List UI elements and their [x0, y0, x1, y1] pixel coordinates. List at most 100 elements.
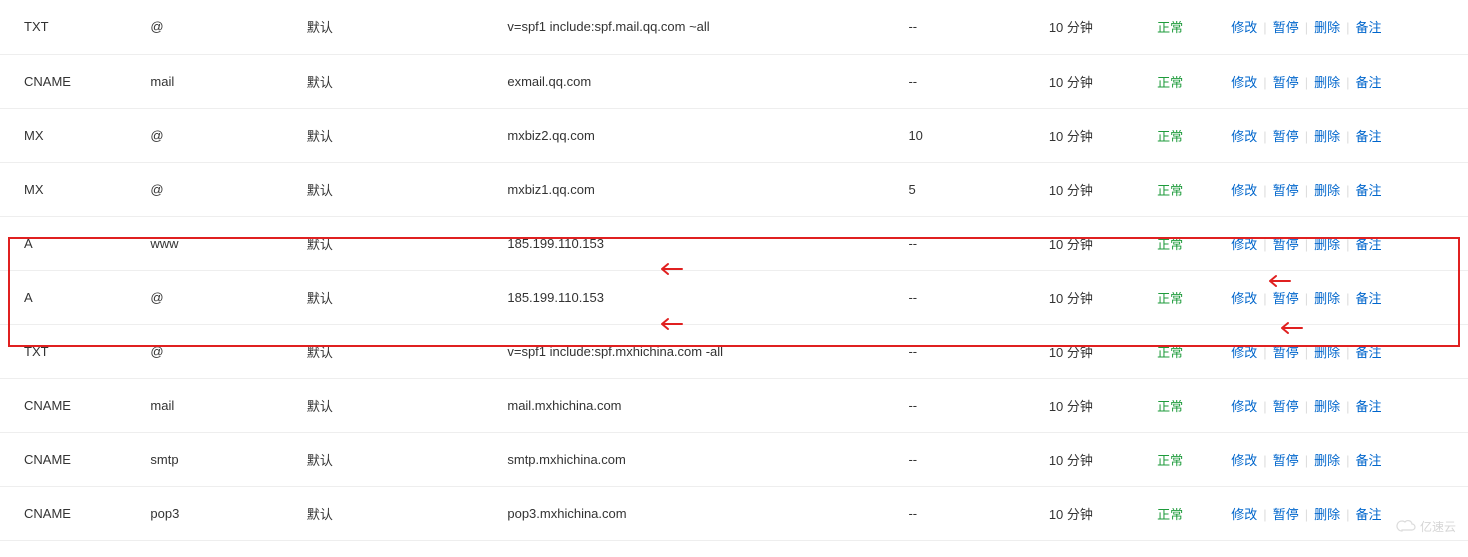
delete-link[interactable]: 删除 — [1310, 507, 1344, 522]
remark-link[interactable]: 备注 — [1352, 75, 1386, 90]
cell-ttl: 10 分钟 — [1049, 216, 1157, 270]
cell-ttl: 10 分钟 — [1049, 270, 1157, 324]
pause-link[interactable]: 暂停 — [1269, 75, 1303, 90]
cell-actions: 修改|暂停|删除|备注 — [1227, 0, 1468, 54]
table-row: MX@默认mxbiz1.qq.com510 分钟正常修改|暂停|删除|备注 — [0, 162, 1468, 216]
edit-link[interactable]: 修改 — [1227, 75, 1261, 90]
cell-ttl: 10 分钟 — [1049, 378, 1157, 432]
pause-link[interactable]: 暂停 — [1269, 129, 1303, 144]
cell-ttl: 10 分钟 — [1049, 432, 1157, 486]
dns-records-table: TXT@默认v=spf1 include:spf.mail.qq.com ~al… — [0, 0, 1468, 541]
cell-line: 默认 — [307, 0, 508, 54]
cell-type: TXT — [0, 324, 150, 378]
cell-actions: 修改|暂停|删除|备注 — [1227, 216, 1468, 270]
pause-link[interactable]: 暂停 — [1269, 20, 1303, 35]
table-row: CNAMEpop3默认pop3.mxhichina.com--10 分钟正常修改… — [0, 486, 1468, 540]
cell-priority: -- — [908, 270, 1048, 324]
pause-link[interactable]: 暂停 — [1269, 507, 1303, 522]
cell-type: TXT — [0, 0, 150, 54]
cell-value: mxbiz2.qq.com — [507, 108, 908, 162]
cell-line: 默认 — [307, 378, 508, 432]
edit-link[interactable]: 修改 — [1227, 237, 1261, 252]
pause-link[interactable]: 暂停 — [1269, 237, 1303, 252]
cell-type: CNAME — [0, 54, 150, 108]
cell-ttl: 10 分钟 — [1049, 0, 1157, 54]
edit-link[interactable]: 修改 — [1227, 20, 1261, 35]
cell-status: 正常 — [1157, 0, 1227, 54]
delete-link[interactable]: 删除 — [1310, 237, 1344, 252]
cell-type: MX — [0, 108, 150, 162]
delete-link[interactable]: 删除 — [1310, 75, 1344, 90]
cell-priority: -- — [908, 54, 1048, 108]
cell-value: exmail.qq.com — [507, 54, 908, 108]
cell-status: 正常 — [1157, 378, 1227, 432]
delete-link[interactable]: 删除 — [1310, 399, 1344, 414]
cell-line: 默认 — [307, 216, 508, 270]
pause-link[interactable]: 暂停 — [1269, 183, 1303, 198]
remark-link[interactable]: 备注 — [1352, 399, 1386, 414]
cell-actions: 修改|暂停|删除|备注 — [1227, 270, 1468, 324]
cell-status: 正常 — [1157, 486, 1227, 540]
cell-priority: -- — [908, 486, 1048, 540]
cell-type: A — [0, 216, 150, 270]
edit-link[interactable]: 修改 — [1227, 507, 1261, 522]
table-row: Awww默认185.199.110.153--10 分钟正常修改|暂停|删除|备… — [0, 216, 1468, 270]
cell-ttl: 10 分钟 — [1049, 162, 1157, 216]
cell-priority: -- — [908, 432, 1048, 486]
cell-value: v=spf1 include:spf.mxhichina.com -all — [507, 324, 908, 378]
cell-ttl: 10 分钟 — [1049, 324, 1157, 378]
watermark: 亿速云 — [1396, 518, 1456, 535]
cell-ttl: 10 分钟 — [1049, 54, 1157, 108]
remark-link[interactable]: 备注 — [1352, 129, 1386, 144]
table-row: CNAMEmail默认mail.mxhichina.com--10 分钟正常修改… — [0, 378, 1468, 432]
cell-value: smtp.mxhichina.com — [507, 432, 908, 486]
delete-link[interactable]: 删除 — [1310, 345, 1344, 360]
cell-actions: 修改|暂停|删除|备注 — [1227, 162, 1468, 216]
delete-link[interactable]: 删除 — [1310, 291, 1344, 306]
cell-actions: 修改|暂停|删除|备注 — [1227, 432, 1468, 486]
cell-host: @ — [150, 108, 306, 162]
table-row: TXT@默认v=spf1 include:spf.mail.qq.com ~al… — [0, 0, 1468, 54]
table-row: MX@默认mxbiz2.qq.com1010 分钟正常修改|暂停|删除|备注 — [0, 108, 1468, 162]
cell-value: 185.199.110.153 — [507, 270, 908, 324]
remark-link[interactable]: 备注 — [1352, 345, 1386, 360]
cell-line: 默认 — [307, 324, 508, 378]
cell-status: 正常 — [1157, 270, 1227, 324]
remark-link[interactable]: 备注 — [1352, 183, 1386, 198]
table-row: CNAMEmail默认exmail.qq.com--10 分钟正常修改|暂停|删… — [0, 54, 1468, 108]
pause-link[interactable]: 暂停 — [1269, 345, 1303, 360]
remark-link[interactable]: 备注 — [1352, 507, 1386, 522]
pause-link[interactable]: 暂停 — [1269, 291, 1303, 306]
cell-host: smtp — [150, 432, 306, 486]
edit-link[interactable]: 修改 — [1227, 129, 1261, 144]
delete-link[interactable]: 删除 — [1310, 129, 1344, 144]
cell-status: 正常 — [1157, 324, 1227, 378]
edit-link[interactable]: 修改 — [1227, 453, 1261, 468]
cell-actions: 修改|暂停|删除|备注 — [1227, 108, 1468, 162]
cell-line: 默认 — [307, 486, 508, 540]
remark-link[interactable]: 备注 — [1352, 237, 1386, 252]
cell-host: www — [150, 216, 306, 270]
delete-link[interactable]: 删除 — [1310, 20, 1344, 35]
cell-value: mail.mxhichina.com — [507, 378, 908, 432]
edit-link[interactable]: 修改 — [1227, 345, 1261, 360]
edit-link[interactable]: 修改 — [1227, 183, 1261, 198]
table-row: TXT@默认v=spf1 include:spf.mxhichina.com -… — [0, 324, 1468, 378]
pause-link[interactable]: 暂停 — [1269, 453, 1303, 468]
pause-link[interactable]: 暂停 — [1269, 399, 1303, 414]
cell-status: 正常 — [1157, 54, 1227, 108]
edit-link[interactable]: 修改 — [1227, 291, 1261, 306]
remark-link[interactable]: 备注 — [1352, 20, 1386, 35]
cell-value: 185.199.110.153 — [507, 216, 908, 270]
cell-host: mail — [150, 54, 306, 108]
cell-value: v=spf1 include:spf.mail.qq.com ~all — [507, 0, 908, 54]
cell-actions: 修改|暂停|删除|备注 — [1227, 54, 1468, 108]
remark-link[interactable]: 备注 — [1352, 291, 1386, 306]
cell-actions: 修改|暂停|删除|备注 — [1227, 324, 1468, 378]
edit-link[interactable]: 修改 — [1227, 399, 1261, 414]
remark-link[interactable]: 备注 — [1352, 453, 1386, 468]
cell-line: 默认 — [307, 54, 508, 108]
delete-link[interactable]: 删除 — [1310, 183, 1344, 198]
cell-host: @ — [150, 0, 306, 54]
delete-link[interactable]: 删除 — [1310, 453, 1344, 468]
